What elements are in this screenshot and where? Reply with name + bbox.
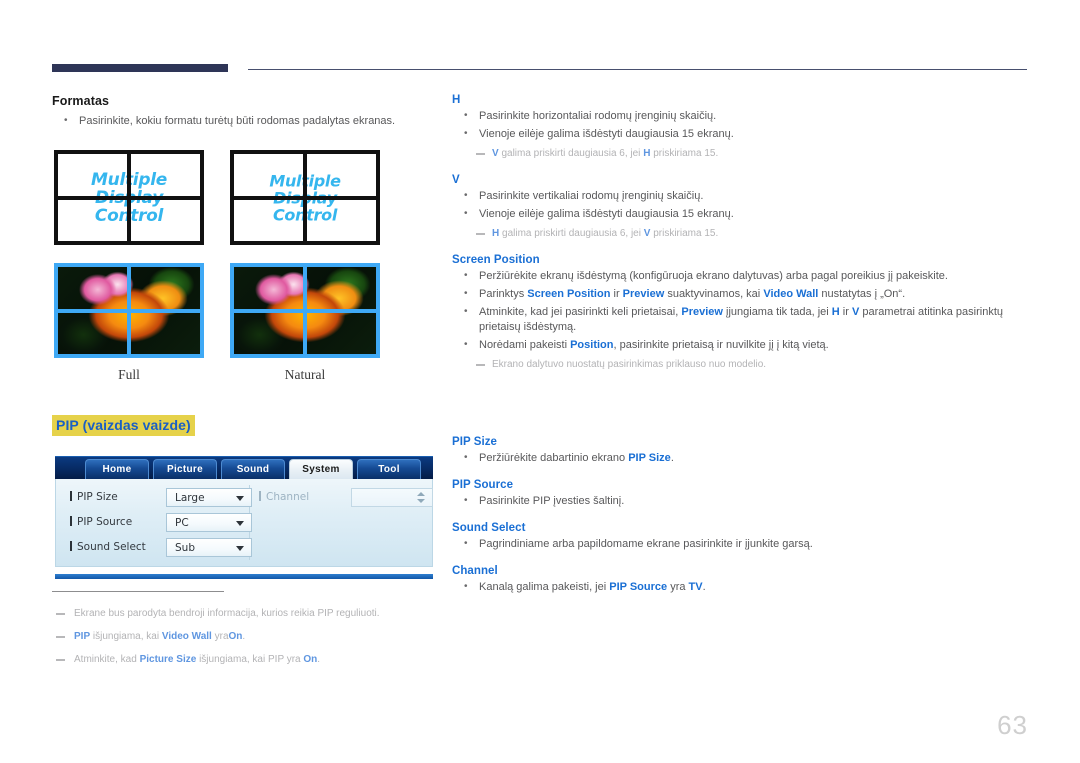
page-number: 63 xyxy=(997,710,1028,740)
osd-menu-screenshot: Home Picture Sound System Tool PIP Size … xyxy=(55,456,433,579)
osd-label-channel: Channel xyxy=(259,488,309,507)
chevron-down-icon xyxy=(236,546,244,551)
osd-body: PIP Size Large PIP Source PC Sound Selec… xyxy=(55,479,433,567)
caption-natural: Natural xyxy=(284,367,326,382)
chevron-down-icon[interactable] xyxy=(417,499,425,503)
osd-select-sound-select[interactable]: Sub xyxy=(166,538,252,557)
osd-value-sound-select: Sub xyxy=(175,542,195,554)
section-heading-screen-position: Screen Position xyxy=(452,254,540,266)
format-illustrations: MultipleDisplayControl Full MultipleDisp… xyxy=(52,150,392,390)
osd-label-pip-source: PIP Source xyxy=(70,513,132,532)
osd-tab-system[interactable]: System xyxy=(289,459,353,479)
osd-stepper-channel[interactable] xyxy=(351,488,433,507)
section-heading-v: V xyxy=(452,174,460,186)
section-heading-channel: Channel xyxy=(452,565,498,577)
osd-value-pip-size: Large xyxy=(175,492,205,504)
section-heading-h: H xyxy=(452,94,461,106)
osd-tab-home[interactable]: Home xyxy=(85,459,149,479)
section-heading-pip-size: PIP Size xyxy=(452,436,497,448)
sp-note: Ekrano dalytuvo nuostatų pasirinkimas pr… xyxy=(452,358,1030,372)
sp-bullet-1: Peržiūrėkite ekranų išdėstymą (konfigūru… xyxy=(452,268,1030,284)
pipsize-bullet-1: Peržiūrėkite dabartinio ekrano PIP Size. xyxy=(452,450,1030,466)
pip-sections: PIP Size Peržiūrėkite dabartinio ekrano … xyxy=(452,436,1030,595)
format-bullet: Pasirinkite, kokiu formatu turėtų būti r… xyxy=(52,113,437,129)
pip-heading: PIP (vaizdas vaizde) xyxy=(52,415,195,436)
videowall-text-panel-full: MultipleDisplayControl xyxy=(54,150,204,245)
chevron-down-icon xyxy=(236,496,244,501)
osd-footer-bar xyxy=(55,574,433,579)
osd-tab-tool[interactable]: Tool xyxy=(357,459,421,479)
right-column: H Pasirinkite horizontaliai rodomų įreng… xyxy=(452,94,1030,598)
section-heading-sound-select: Sound Select xyxy=(452,522,526,534)
pip-heading-wrap: PIP (vaizdas vaizde) xyxy=(52,415,195,436)
sp-bullet-4: Norėdami pakeisti Position, pasirinkite … xyxy=(452,337,1030,353)
header-rule-thick xyxy=(52,64,228,72)
grid-line-horizontal xyxy=(58,195,200,200)
h-bullet-1: Pasirinkite horizontaliai rodomų įrengin… xyxy=(452,108,1030,124)
v-bullet-2: Vienoje eilėje galima išdėstyti daugiaus… xyxy=(452,206,1030,222)
left-column: Formatas Pasirinkite, kokiu formatu turė… xyxy=(52,94,437,133)
sp-bullet-3: Atminkite, kad jei pasirinkti keli priet… xyxy=(452,304,1030,335)
illustration-natural: MultipleDisplayControl Natural xyxy=(230,150,380,383)
footnote-3: Atminkite, kad Picture Size išjungiama, … xyxy=(52,653,442,667)
grid-line-horizontal xyxy=(58,308,200,313)
osd-select-pip-source[interactable]: PC xyxy=(166,513,252,532)
header-rule xyxy=(52,64,1027,74)
videowall-text-panel-natural: MultipleDisplayControl xyxy=(230,150,380,245)
osd-tab-picture[interactable]: Picture xyxy=(153,459,217,479)
chevron-down-icon xyxy=(236,521,244,526)
format-heading: Formatas xyxy=(52,94,110,108)
osd-select-pip-size[interactable]: Large xyxy=(166,488,252,507)
footnote-2: PIP išjungiama, kai Video Wall yraOn. xyxy=(52,630,442,644)
v-note: H galima priskirti daugiausia 6, jei V p… xyxy=(452,227,1030,241)
footnote-separator xyxy=(52,591,224,592)
caption-full: Full xyxy=(118,367,140,382)
osd-label-sound-select: Sound Select xyxy=(70,538,146,557)
channel-bullet-1: Kanalą galima pakeisti, jei PIP Source y… xyxy=(452,579,1030,595)
soundselect-bullet-1: Pagrindiniame arba papildomame ekrane pa… xyxy=(452,536,1030,552)
sp-bullet-2: Parinktys Screen Position ir Preview sua… xyxy=(452,286,1030,302)
footnote-list: Ekrane bus parodyta bendroji informacija… xyxy=(52,598,442,676)
footnote-1: Ekrane bus parodyta bendroji informacija… xyxy=(52,607,442,621)
videowall-photo-panel-natural xyxy=(230,263,380,358)
videowall-photo-panel-full xyxy=(54,263,204,358)
chevron-up-icon[interactable] xyxy=(417,492,425,496)
header-rule-thin xyxy=(248,69,1027,70)
h-note: V galima priskirti daugiausia 6, jei H p… xyxy=(452,147,1030,161)
h-bullet-2: Vienoje eilėje galima išdėstyti daugiaus… xyxy=(452,126,1030,142)
osd-tabbar: Home Picture Sound System Tool xyxy=(55,456,433,479)
pipsource-bullet-1: Pasirinkite PIP įvesties šaltinį. xyxy=(452,493,1030,509)
grid-line-horizontal xyxy=(234,195,376,200)
illustration-full: MultipleDisplayControl Full xyxy=(54,150,204,383)
osd-label-pip-size: PIP Size xyxy=(70,488,118,507)
osd-tab-sound[interactable]: Sound xyxy=(221,459,285,479)
v-bullet-1: Pasirinkite vertikaliai rodomų įrenginių… xyxy=(452,188,1030,204)
section-heading-pip-source: PIP Source xyxy=(452,479,514,491)
osd-value-pip-source: PC xyxy=(175,517,189,529)
grid-line-horizontal xyxy=(234,308,376,313)
